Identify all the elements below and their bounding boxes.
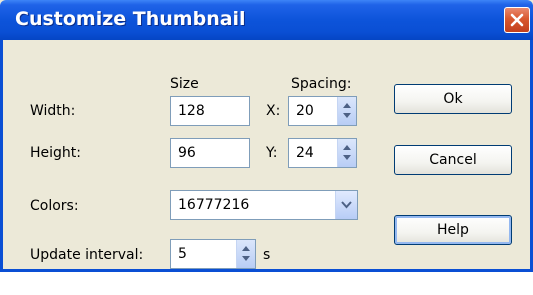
spacing-header: Spacing: xyxy=(291,76,352,92)
colors-label: Colors: xyxy=(30,198,79,214)
width-input[interactable]: 128 xyxy=(170,96,250,126)
spacing-x-stepper[interactable]: 20 xyxy=(288,96,357,126)
cancel-button[interactable]: Cancel xyxy=(394,145,512,175)
update-interval-stepper[interactable]: 5 xyxy=(170,239,256,269)
dialog-window: Customize Thumbnail Size Spacing: Width:… xyxy=(0,0,533,272)
height-input[interactable]: 96 xyxy=(170,138,250,168)
title-bar: Customize Thumbnail xyxy=(0,0,533,40)
window-frame-left xyxy=(0,40,3,272)
update-interval-label: Update interval: xyxy=(30,247,144,263)
help-button[interactable]: Help xyxy=(394,215,512,245)
colors-value: 16777216 xyxy=(178,197,250,213)
colors-dropdown-button[interactable] xyxy=(335,191,357,219)
size-header: Size xyxy=(170,76,199,92)
close-icon xyxy=(510,13,524,27)
window-frame-bottom xyxy=(0,269,533,272)
width-label: Width: xyxy=(30,103,76,119)
spacing-y-value: 24 xyxy=(296,145,314,161)
colors-select[interactable]: 16777216 xyxy=(170,190,358,220)
spacing-y-spin-icon[interactable] xyxy=(337,139,356,167)
close-button[interactable] xyxy=(504,7,530,33)
spacing-y-stepper[interactable]: 24 xyxy=(288,138,357,168)
spacing-x-spin-icon[interactable] xyxy=(337,97,356,125)
height-label: Height: xyxy=(30,145,81,161)
update-interval-value: 5 xyxy=(178,246,187,262)
spacing-x-value: 20 xyxy=(296,103,314,119)
chevron-down-icon xyxy=(341,201,352,209)
spacing-y-label: Y: xyxy=(266,145,278,161)
window-title: Customize Thumbnail xyxy=(15,8,246,30)
update-interval-unit: s xyxy=(263,247,271,263)
update-interval-spin-icon[interactable] xyxy=(236,240,255,268)
ok-button[interactable]: Ok xyxy=(394,84,512,114)
spacing-x-label: X: xyxy=(266,103,281,119)
